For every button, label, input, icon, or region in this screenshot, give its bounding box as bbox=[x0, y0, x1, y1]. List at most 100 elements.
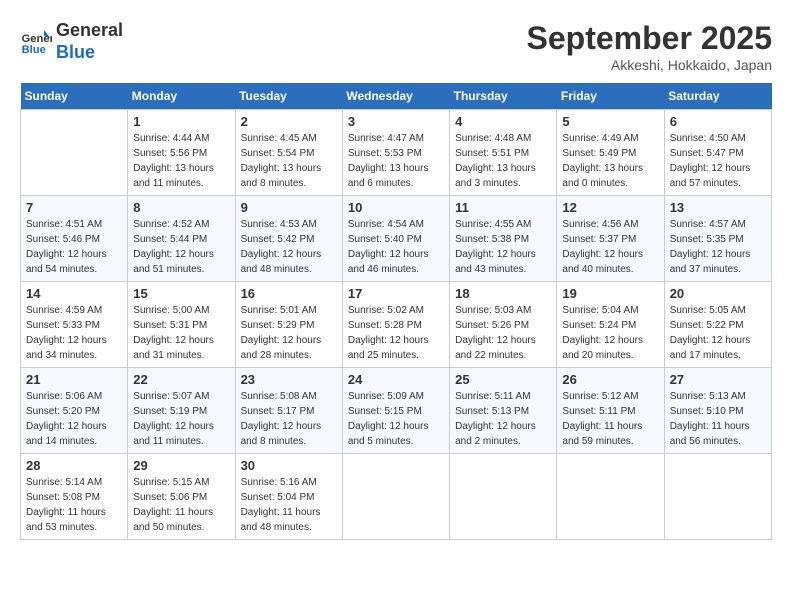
calendar-cell: 11 Sunrise: 4:55 AMSunset: 5:38 PMDayligh… bbox=[450, 196, 557, 282]
day-number: 10 bbox=[348, 200, 444, 215]
day-info: Sunrise: 4:57 AMSunset: 5:35 PMDaylight:… bbox=[670, 217, 766, 277]
calendar-cell: 19 Sunrise: 5:04 AMSunset: 5:24 PMDayligh… bbox=[557, 282, 664, 368]
calendar-cell bbox=[450, 454, 557, 540]
day-info: Sunrise: 4:50 AMSunset: 5:47 PMDaylight:… bbox=[670, 131, 766, 191]
calendar-cell: 6 Sunrise: 4:50 AMSunset: 5:47 PMDaylight… bbox=[664, 110, 771, 196]
week-row-5: 28Sunrise: 5:14 AMSunset: 5:08 PMDayligh… bbox=[21, 454, 772, 540]
day-number: 24 bbox=[348, 372, 444, 387]
week-row-2: 7 Sunrise: 4:51 AMSunset: 5:46 PMDaylight… bbox=[21, 196, 772, 282]
day-info: Sunrise: 5:08 AMSunset: 5:17 PMDaylight:… bbox=[241, 389, 337, 449]
day-info: Sunrise: 5:13 AMSunset: 5:10 PMDaylight:… bbox=[670, 389, 766, 449]
calendar-cell: 18 Sunrise: 5:03 AMSunset: 5:26 PMDayligh… bbox=[450, 282, 557, 368]
calendar-cell: 5Sunrise: 4:49 AMSunset: 5:49 PMDaylight… bbox=[557, 110, 664, 196]
day-header-monday: Monday bbox=[128, 83, 235, 110]
day-info: Sunrise: 4:59 AMSunset: 5:33 PMDaylight:… bbox=[26, 303, 122, 363]
day-number: 12 bbox=[562, 200, 658, 215]
day-info: Sunrise: 4:45 AMSunset: 5:54 PMDaylight:… bbox=[241, 131, 337, 191]
day-number: 22 bbox=[133, 372, 229, 387]
day-info: Sunrise: 5:12 AMSunset: 5:11 PMDaylight:… bbox=[562, 389, 658, 449]
day-number: 9 bbox=[241, 200, 337, 215]
calendar-cell: 29 Sunrise: 5:15 AMSunset: 5:06 PMDayligh… bbox=[128, 454, 235, 540]
day-info: Sunrise: 5:00 AMSunset: 5:31 PMDaylight:… bbox=[133, 303, 229, 363]
location: Akkeshi, Hokkaido, Japan bbox=[527, 57, 772, 73]
calendar-cell: 12Sunrise: 4:56 AMSunset: 5:37 PMDayligh… bbox=[557, 196, 664, 282]
day-info: Sunrise: 5:02 AMSunset: 5:28 PMDaylight:… bbox=[348, 303, 444, 363]
day-header-tuesday: Tuesday bbox=[235, 83, 342, 110]
day-number: 26 bbox=[562, 372, 658, 387]
calendar-cell bbox=[664, 454, 771, 540]
day-number: 4 bbox=[455, 114, 551, 129]
day-info: Sunrise: 5:15 AMSunset: 5:06 PMDaylight:… bbox=[133, 475, 229, 535]
day-number: 29 bbox=[133, 458, 229, 473]
day-number: 6 bbox=[670, 114, 766, 129]
day-number: 2 bbox=[241, 114, 337, 129]
day-number: 14 bbox=[26, 286, 122, 301]
day-info: Sunrise: 4:55 AMSunset: 5:38 PMDaylight:… bbox=[455, 217, 551, 277]
day-info: Sunrise: 4:47 AMSunset: 5:53 PMDaylight:… bbox=[348, 131, 444, 191]
day-number: 18 bbox=[455, 286, 551, 301]
calendar-cell: 25Sunrise: 5:11 AMSunset: 5:13 PMDayligh… bbox=[450, 368, 557, 454]
calendar-cell: 10 Sunrise: 4:54 AMSunset: 5:40 PMDayligh… bbox=[342, 196, 449, 282]
calendar-cell: 13Sunrise: 4:57 AMSunset: 5:35 PMDayligh… bbox=[664, 196, 771, 282]
week-row-4: 21 Sunrise: 5:06 AMSunset: 5:20 PMDayligh… bbox=[21, 368, 772, 454]
day-info: Sunrise: 5:04 AMSunset: 5:24 PMDaylight:… bbox=[562, 303, 658, 363]
calendar-cell: 30 Sunrise: 5:16 AMSunset: 5:04 PMDayligh… bbox=[235, 454, 342, 540]
day-info: Sunrise: 4:48 AMSunset: 5:51 PMDaylight:… bbox=[455, 131, 551, 191]
day-number: 19 bbox=[562, 286, 658, 301]
calendar-cell: 4 Sunrise: 4:48 AMSunset: 5:51 PMDaylight… bbox=[450, 110, 557, 196]
calendar-cell: 26 Sunrise: 5:12 AMSunset: 5:11 PMDayligh… bbox=[557, 368, 664, 454]
calendar-cell: 17 Sunrise: 5:02 AMSunset: 5:28 PMDayligh… bbox=[342, 282, 449, 368]
day-number: 27 bbox=[670, 372, 766, 387]
day-number: 20 bbox=[670, 286, 766, 301]
week-row-3: 14 Sunrise: 4:59 AMSunset: 5:33 PMDayligh… bbox=[21, 282, 772, 368]
day-number: 25 bbox=[455, 372, 551, 387]
calendar-cell: 1 Sunrise: 4:44 AMSunset: 5:56 PMDaylight… bbox=[128, 110, 235, 196]
day-info: Sunrise: 4:52 AMSunset: 5:44 PMDaylight:… bbox=[133, 217, 229, 277]
calendar-cell: 8 Sunrise: 4:52 AMSunset: 5:44 PMDaylight… bbox=[128, 196, 235, 282]
calendar-cell: 23 Sunrise: 5:08 AMSunset: 5:17 PMDayligh… bbox=[235, 368, 342, 454]
day-info: Sunrise: 5:06 AMSunset: 5:20 PMDaylight:… bbox=[26, 389, 122, 449]
calendar-cell: 16 Sunrise: 5:01 AMSunset: 5:29 PMDayligh… bbox=[235, 282, 342, 368]
day-info: Sunrise: 5:07 AMSunset: 5:19 PMDaylight:… bbox=[133, 389, 229, 449]
day-header-thursday: Thursday bbox=[450, 83, 557, 110]
day-info: Sunrise: 4:44 AMSunset: 5:56 PMDaylight:… bbox=[133, 131, 229, 191]
day-number: 15 bbox=[133, 286, 229, 301]
day-number: 11 bbox=[455, 200, 551, 215]
day-number: 8 bbox=[133, 200, 229, 215]
day-header-friday: Friday bbox=[557, 83, 664, 110]
week-row-1: 1 Sunrise: 4:44 AMSunset: 5:56 PMDaylight… bbox=[21, 110, 772, 196]
day-info: Sunrise: 4:53 AMSunset: 5:42 PMDaylight:… bbox=[241, 217, 337, 277]
day-header-sunday: Sunday bbox=[21, 83, 128, 110]
day-info: Sunrise: 5:16 AMSunset: 5:04 PMDaylight:… bbox=[241, 475, 337, 535]
day-info: Sunrise: 5:01 AMSunset: 5:29 PMDaylight:… bbox=[241, 303, 337, 363]
day-number: 3 bbox=[348, 114, 444, 129]
calendar-cell bbox=[557, 454, 664, 540]
calendar-cell: 9 Sunrise: 4:53 AMSunset: 5:42 PMDaylight… bbox=[235, 196, 342, 282]
day-info: Sunrise: 4:54 AMSunset: 5:40 PMDaylight:… bbox=[348, 217, 444, 277]
page-header: General Blue General Blue September 2025… bbox=[20, 20, 772, 73]
day-info: Sunrise: 5:05 AMSunset: 5:22 PMDaylight:… bbox=[670, 303, 766, 363]
calendar-cell: 14 Sunrise: 4:59 AMSunset: 5:33 PMDayligh… bbox=[21, 282, 128, 368]
day-header-wednesday: Wednesday bbox=[342, 83, 449, 110]
calendar-cell: 2 Sunrise: 4:45 AMSunset: 5:54 PMDaylight… bbox=[235, 110, 342, 196]
day-number: 17 bbox=[348, 286, 444, 301]
day-info: Sunrise: 5:14 AMSunset: 5:08 PMDaylight:… bbox=[26, 475, 122, 535]
day-header-saturday: Saturday bbox=[664, 83, 771, 110]
day-number: 23 bbox=[241, 372, 337, 387]
day-number: 30 bbox=[241, 458, 337, 473]
calendar-cell: 20 Sunrise: 5:05 AMSunset: 5:22 PMDayligh… bbox=[664, 282, 771, 368]
calendar-cell bbox=[21, 110, 128, 196]
logo-icon: General Blue bbox=[20, 26, 52, 58]
calendar-cell: 27 Sunrise: 5:13 AMSunset: 5:10 PMDayligh… bbox=[664, 368, 771, 454]
day-number: 1 bbox=[133, 114, 229, 129]
day-info: Sunrise: 5:09 AMSunset: 5:15 PMDaylight:… bbox=[348, 389, 444, 449]
day-number: 16 bbox=[241, 286, 337, 301]
logo: General Blue General Blue bbox=[20, 20, 123, 63]
day-info: Sunrise: 4:49 AMSunset: 5:49 PMDaylight:… bbox=[562, 131, 658, 191]
day-info: Sunrise: 4:51 AMSunset: 5:46 PMDaylight:… bbox=[26, 217, 122, 277]
day-info: Sunrise: 5:03 AMSunset: 5:26 PMDaylight:… bbox=[455, 303, 551, 363]
svg-text:Blue: Blue bbox=[22, 44, 46, 56]
day-number: 7 bbox=[26, 200, 122, 215]
day-number: 21 bbox=[26, 372, 122, 387]
calendar-cell: 3 Sunrise: 4:47 AMSunset: 5:53 PMDaylight… bbox=[342, 110, 449, 196]
